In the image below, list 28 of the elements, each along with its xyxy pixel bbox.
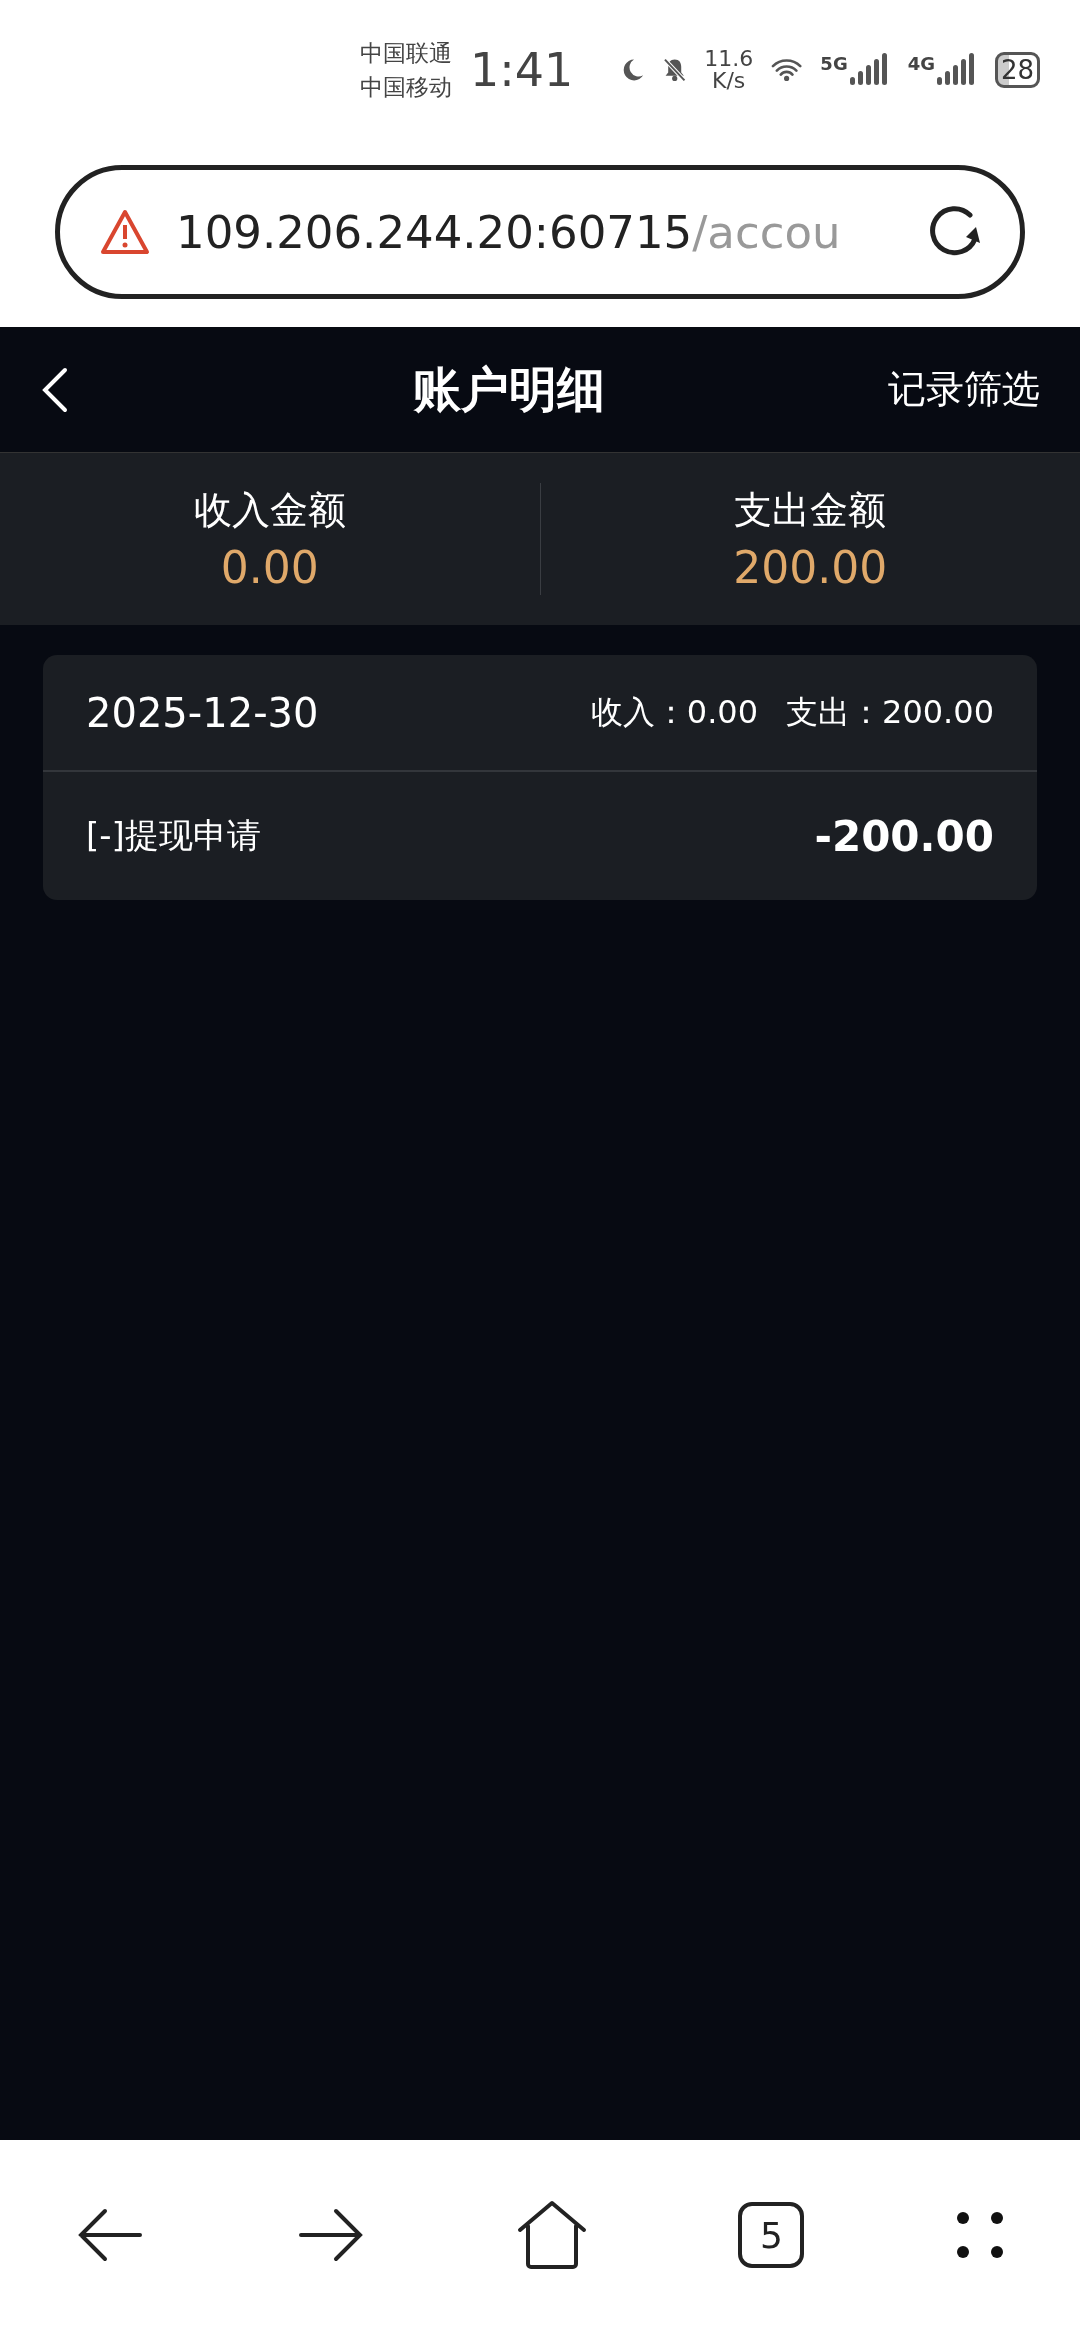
network-speed: 11.6: [704, 48, 754, 70]
status-time: 1:41: [470, 43, 574, 97]
warning-icon: [100, 209, 150, 255]
network-label: 4G: [907, 53, 935, 74]
summary-amount: 200.00: [733, 542, 888, 593]
daily-total: 支出：200.00: [786, 691, 994, 733]
carrier-name: 中国移动: [360, 73, 452, 102]
record-title: [-]提现申请: [86, 814, 261, 857]
tabs-button[interactable]: 5: [738, 2202, 805, 2268]
network-label: 5G: [820, 53, 848, 74]
summary-amount: 0.00: [220, 542, 319, 593]
menu-button[interactable]: [954, 2210, 1005, 2260]
back-button[interactable]: [40, 366, 70, 413]
summary-label: 支出金额: [734, 487, 887, 534]
summary-label: 收入金额: [193, 487, 346, 534]
network-speed: K/s: [712, 70, 746, 92]
record-date: 2025-12-30: [86, 689, 319, 736]
signal-icon: [849, 53, 890, 87]
filter-records-button[interactable]: 记录筛选: [888, 364, 1040, 415]
url-text: 109.206.244.20:60715/accou: [176, 205, 842, 259]
page-title: 账户明细: [413, 359, 605, 419]
battery-indicator: 28: [995, 52, 1040, 88]
address-bar[interactable]: 109.206.244.20:60715/accou: [55, 165, 1025, 299]
signal-icon: [937, 53, 977, 87]
home-button[interactable]: [515, 2200, 588, 2270]
record-amount: -200.00: [814, 811, 994, 861]
daily-total: 收入：0.00: [590, 691, 759, 733]
carrier-name: 中国联通: [360, 39, 452, 68]
